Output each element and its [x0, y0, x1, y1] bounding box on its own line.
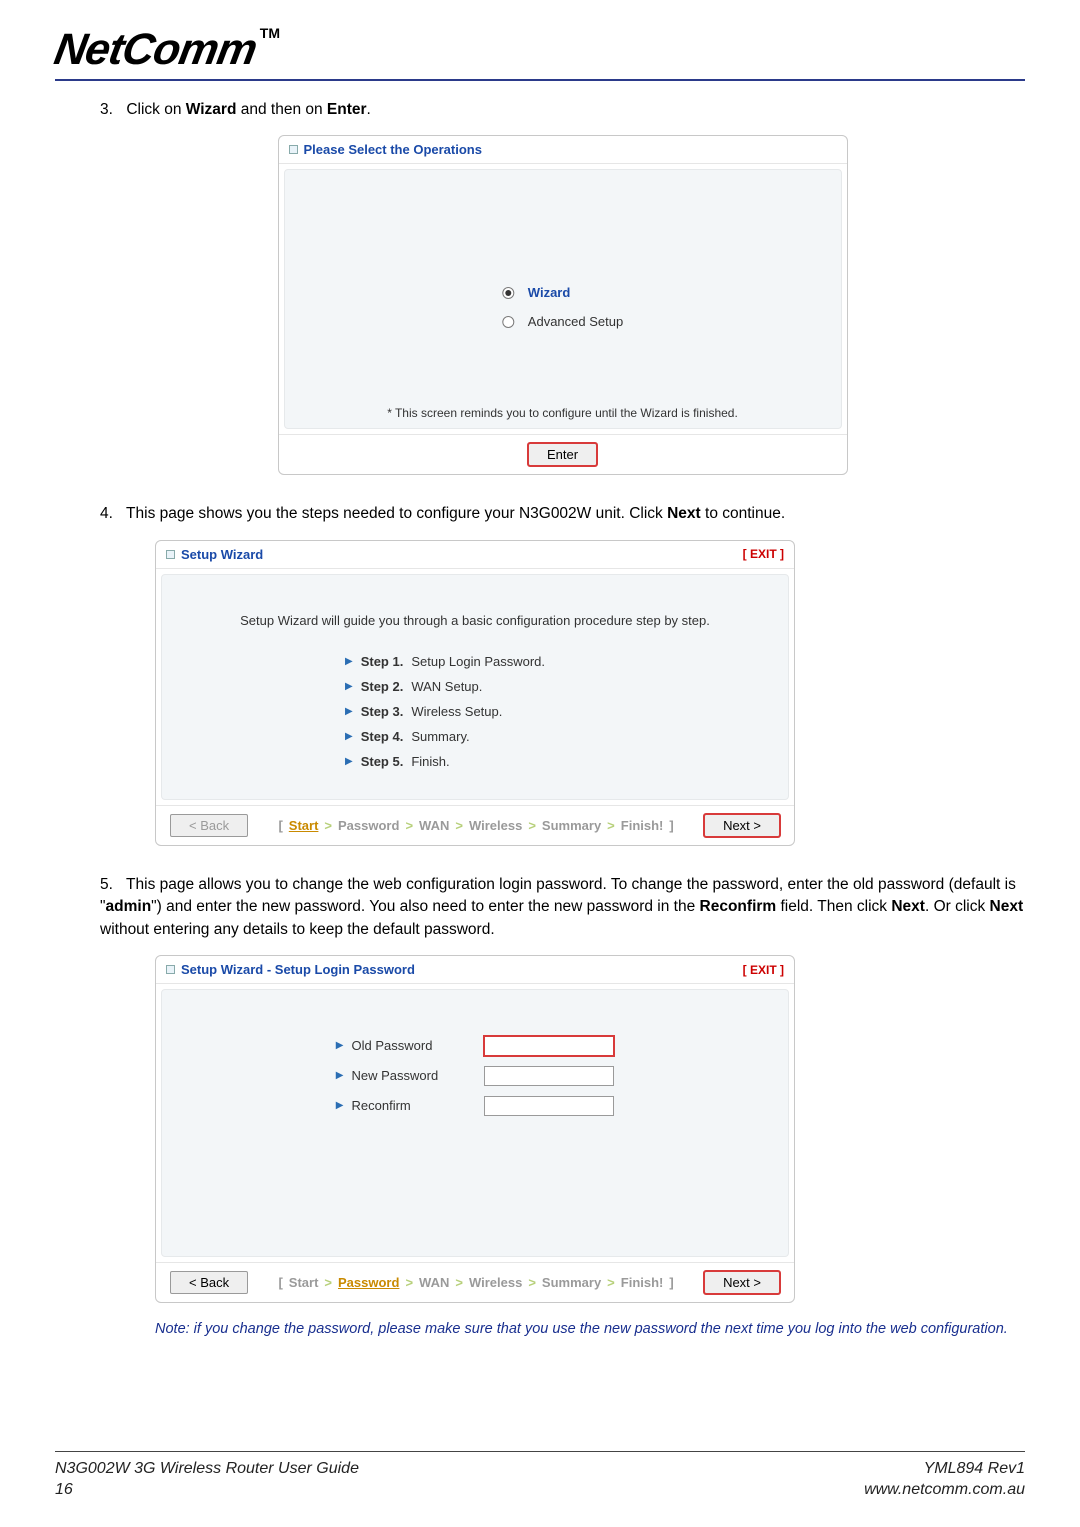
operations-panel: Please Select the Operations Wizard Adva…	[278, 135, 848, 475]
triangle-icon: ▶	[336, 1070, 344, 1081]
password-note: Note: if you change the password, please…	[155, 1319, 1025, 1339]
breadcrumb-summary: Summary	[542, 1275, 601, 1290]
triangle-icon: ▶	[336, 1040, 344, 1051]
radio-selected-icon[interactable]	[502, 287, 514, 299]
panel-header: Setup Wizard [ EXIT ]	[156, 541, 794, 569]
triangle-icon: ▶	[345, 681, 353, 692]
reconfirm-input[interactable]	[484, 1096, 614, 1116]
panel-title: Setup Wizard	[181, 547, 263, 562]
brand-logo: NetComm	[51, 25, 261, 75]
step-3-instruction: 3. Click on Wizard and then on Enter.	[100, 99, 1025, 121]
wizard-step-4: ▶Step 4.Summary.	[345, 729, 605, 744]
trademark-icon: TM	[260, 25, 280, 41]
back-button: < Back	[170, 814, 248, 837]
new-password-label: ▶New Password	[336, 1066, 438, 1084]
panel-header: Please Select the Operations	[279, 136, 847, 164]
wizard-intro-text: Setup Wizard will guide you through a ba…	[172, 613, 778, 628]
square-bullet-icon	[166, 965, 175, 974]
breadcrumb-wireless: Wireless	[469, 1275, 522, 1290]
triangle-icon: ▶	[345, 731, 353, 742]
exit-link[interactable]: [ EXIT ]	[743, 547, 784, 561]
panel-header: Setup Wizard - Setup Login Password [ EX…	[156, 956, 794, 984]
enter-button[interactable]: Enter	[528, 443, 597, 466]
triangle-icon: ▶	[336, 1100, 344, 1111]
new-password-input[interactable]	[484, 1066, 614, 1086]
breadcrumb-password: Password	[338, 818, 399, 833]
breadcrumb-wireless: Wireless	[469, 818, 522, 833]
step-5-instruction: 5. This page allows you to change the we…	[100, 874, 1025, 941]
footer-revision: YML894 Rev1	[864, 1458, 1025, 1480]
breadcrumb-summary: Summary	[542, 818, 601, 833]
wizard-step-5: ▶Step 5.Finish.	[345, 754, 605, 769]
radio-option-wizard[interactable]: Wizard	[502, 285, 623, 300]
radio-option-advanced[interactable]: Advanced Setup	[502, 314, 623, 329]
step-4-instruction: 4. This page shows you the steps needed …	[100, 503, 1025, 525]
page-footer: N3G002W 3G Wireless Router User Guide 16…	[55, 1451, 1025, 1501]
old-password-label: ▶Old Password	[336, 1036, 438, 1054]
wizard-step-3: ▶Step 3.Wireless Setup.	[345, 704, 605, 719]
triangle-icon: ▶	[345, 756, 353, 767]
footer-url: www.netcomm.com.au	[864, 1479, 1025, 1501]
breadcrumb-start: Start	[289, 1275, 319, 1290]
breadcrumb-start[interactable]: Start	[289, 818, 319, 833]
wizard-step-1: ▶Step 1.Setup Login Password.	[345, 654, 605, 669]
square-bullet-icon	[289, 145, 298, 154]
next-button[interactable]: Next >	[704, 1271, 780, 1294]
panel-title: Setup Wizard - Setup Login Password	[181, 962, 415, 977]
wizard-breadcrumb: [ Start > Password > WAN > Wireless > Su…	[278, 1275, 673, 1290]
header-logo-row: NetComm TM	[55, 25, 1025, 81]
breadcrumb-finish: Finish!	[621, 818, 664, 833]
back-button[interactable]: < Back	[170, 1271, 248, 1294]
login-password-panel: Setup Wizard - Setup Login Password [ EX…	[155, 955, 795, 1303]
footer-page-number: 16	[55, 1479, 359, 1501]
reminder-text: * This screen reminds you to configure u…	[285, 406, 841, 420]
next-button[interactable]: Next >	[704, 814, 780, 837]
radio-unselected-icon[interactable]	[502, 316, 514, 328]
old-password-input[interactable]	[484, 1036, 614, 1056]
breadcrumb-password[interactable]: Password	[338, 1275, 399, 1290]
breadcrumb-wan: WAN	[419, 1275, 449, 1290]
triangle-icon: ▶	[345, 656, 353, 667]
square-bullet-icon	[166, 550, 175, 559]
breadcrumb-finish: Finish!	[621, 1275, 664, 1290]
wizard-breadcrumb: [ Start > Password > WAN > Wireless > Su…	[278, 818, 673, 833]
triangle-icon: ▶	[345, 706, 353, 717]
exit-link[interactable]: [ EXIT ]	[743, 963, 784, 977]
panel-title: Please Select the Operations	[304, 142, 482, 157]
breadcrumb-wan: WAN	[419, 818, 449, 833]
reconfirm-label: ▶Reconfirm	[336, 1096, 438, 1114]
footer-guide-title: N3G002W 3G Wireless Router User Guide	[55, 1458, 359, 1480]
wizard-step-2: ▶Step 2.WAN Setup.	[345, 679, 605, 694]
setup-wizard-panel: Setup Wizard [ EXIT ] Setup Wizard will …	[155, 540, 795, 846]
